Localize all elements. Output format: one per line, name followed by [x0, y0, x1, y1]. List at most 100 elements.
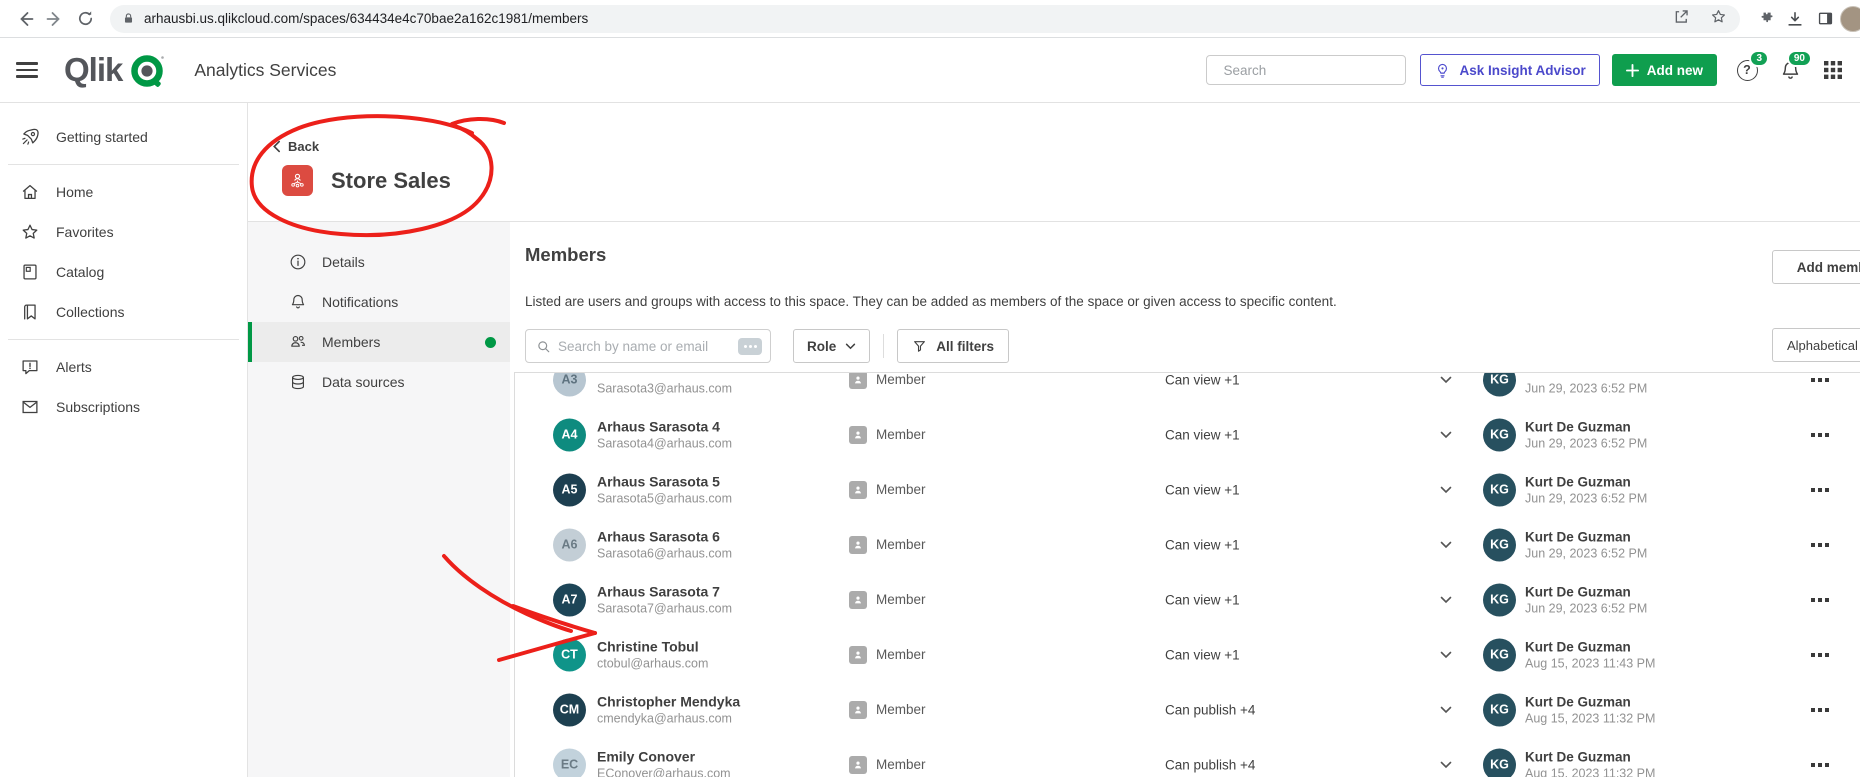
member-role: Member — [849, 700, 926, 719]
member-name: Christine Tobul — [597, 638, 699, 654]
search-options-chip[interactable] — [738, 337, 762, 355]
browser-reload-button[interactable] — [70, 4, 100, 34]
members-title: Members — [525, 244, 607, 265]
rocket-icon — [22, 128, 39, 145]
member-row[interactable]: A7 Arhaus Sarasota 7 Sarasota7@arhaus.co… — [515, 572, 1860, 627]
browser-profile-avatar[interactable] — [1840, 5, 1860, 32]
browser-forward-button[interactable] — [40, 4, 70, 34]
insight-advisor-icon — [1438, 63, 1448, 78]
space-nav-details[interactable]: Details — [248, 242, 510, 282]
add-member-button[interactable]: Add member — [1772, 250, 1860, 284]
space-nav-members[interactable]: Members — [248, 322, 510, 362]
sidebar-item-home[interactable]: Home — [0, 172, 247, 212]
member-permission: Can view +1 — [1165, 647, 1240, 662]
global-search-box[interactable] — [1206, 55, 1407, 85]
extensions-button[interactable] — [1750, 4, 1780, 34]
member-role-label: Member — [876, 372, 926, 387]
member-search-input[interactable] — [558, 338, 738, 354]
sidebar-item-favorites[interactable]: Favorites — [0, 212, 247, 252]
back-button[interactable]: Back — [272, 139, 319, 154]
downloads-button[interactable] — [1780, 4, 1810, 34]
updated-by-avatar: KG — [1483, 373, 1516, 396]
permission-dropdown-chevron[interactable] — [1440, 536, 1452, 554]
updated-date: Jun 29, 2023 6:52 PM — [1525, 381, 1648, 395]
all-filters-label: All filters — [936, 338, 995, 354]
permission-dropdown-chevron[interactable] — [1440, 756, 1452, 774]
chevron-down-icon — [846, 343, 856, 349]
member-row[interactable]: A6 Arhaus Sarasota 6 Sarasota6@arhaus.co… — [515, 517, 1860, 572]
member-role-label: Member — [876, 702, 926, 717]
row-more-menu-button[interactable] — [1809, 373, 1831, 388]
member-row[interactable]: CT Christine Tobul ctobul@arhaus.com Mem… — [515, 627, 1860, 682]
updated-by-avatar: KG — [1483, 418, 1516, 451]
sidebar-item-subscriptions[interactable]: Subscriptions — [0, 387, 247, 427]
row-more-menu-button[interactable] — [1809, 537, 1831, 553]
member-permission: Can publish +4 — [1165, 757, 1256, 772]
permission-dropdown-chevron[interactable] — [1440, 646, 1452, 664]
sidebar-item-collections[interactable]: Collections — [0, 292, 247, 332]
all-filters-button[interactable]: All filters — [897, 329, 1010, 363]
share-page-button[interactable] — [1672, 7, 1691, 31]
funnel-icon — [914, 340, 926, 352]
member-email: Sarasota4@arhaus.com — [597, 436, 732, 450]
row-more-menu-button[interactable] — [1809, 482, 1831, 498]
share-icon — [1675, 9, 1688, 23]
qlik-logo[interactable]: Qlik — [64, 50, 168, 90]
member-name: Emily Conover — [597, 748, 696, 764]
member-row[interactable]: EC Emily Conover EConover@arhaus.com Mem… — [515, 737, 1860, 777]
global-search-input[interactable] — [1223, 62, 1401, 78]
sidebar-divider — [8, 339, 239, 340]
role-filter-button[interactable]: Role — [793, 329, 871, 363]
updated-by-avatar: KG — [1483, 638, 1516, 671]
member-name: Arhaus Sarasota 6 — [597, 528, 720, 544]
sidebar-item-getting-started[interactable]: Getting started — [0, 117, 247, 157]
add-new-label: Add new — [1646, 62, 1703, 78]
permission-dropdown-chevron[interactable] — [1440, 591, 1452, 609]
row-more-menu-button[interactable] — [1809, 757, 1831, 773]
row-more-menu-button[interactable] — [1809, 647, 1831, 663]
app-top-nav: Qlik Analytics Services Ask Insight Advi… — [0, 38, 1860, 103]
bell-icon — [291, 294, 305, 309]
member-role-icon — [849, 373, 867, 389]
help-button[interactable]: ? 3 — [1734, 50, 1769, 83]
member-role: Member — [849, 425, 926, 444]
member-row[interactable]: CM Christopher Mendyka cmendyka@arhaus.c… — [515, 682, 1860, 737]
row-more-menu-button[interactable] — [1809, 702, 1831, 718]
row-more-menu-button[interactable] — [1809, 592, 1831, 608]
member-avatar: A7 — [553, 583, 586, 616]
product-title: Analytics Services — [194, 59, 337, 80]
permission-dropdown-chevron[interactable] — [1440, 373, 1452, 389]
member-row[interactable]: A5 Arhaus Sarasota 5 Sarasota5@arhaus.co… — [515, 462, 1860, 517]
permission-dropdown-chevron[interactable] — [1440, 481, 1452, 499]
qlik-logo-text: Qlik — [64, 51, 123, 88]
sidebar-label: Home — [56, 184, 94, 200]
sidebar-item-alerts[interactable]: Alerts — [0, 347, 247, 387]
app-launcher-button[interactable] — [1820, 57, 1846, 83]
sort-dropdown[interactable]: Alphabetical — [1772, 328, 1860, 362]
permission-dropdown-chevron[interactable] — [1440, 701, 1452, 719]
browser-back-button[interactable] — [10, 4, 40, 34]
member-permission: Can view +1 — [1165, 372, 1240, 387]
ask-insight-advisor-button[interactable]: Ask Insight Advisor — [1420, 54, 1600, 86]
member-row[interactable]: A3 Sarasota3@arhaus.com Member Can view … — [515, 372, 1860, 407]
member-search-box[interactable] — [525, 329, 771, 363]
main-menu-button[interactable] — [16, 62, 40, 78]
sidebar-item-catalog[interactable]: Catalog — [0, 252, 247, 292]
space-nav-data-sources[interactable]: Data sources — [248, 362, 510, 402]
bookmark-star-button[interactable] — [1709, 7, 1728, 31]
side-panel-button[interactable] — [1810, 4, 1840, 34]
updated-by-name: Kurt De Guzman — [1525, 474, 1631, 489]
notifications-button[interactable]: 90 — [1777, 50, 1812, 83]
member-avatar: A4 — [553, 418, 586, 451]
member-role-icon — [849, 645, 867, 664]
side-panel-icon — [1818, 12, 1832, 25]
add-new-button[interactable]: Add new — [1611, 54, 1717, 86]
chevron-down-icon — [1440, 596, 1452, 603]
permission-dropdown-chevron[interactable] — [1440, 426, 1452, 444]
updated-date: Jun 29, 2023 6:52 PM — [1525, 601, 1648, 615]
qlik-q-mark-icon — [131, 55, 165, 87]
address-bar[interactable]: arhausbi.us.qlikcloud.com/spaces/634434e… — [110, 4, 1740, 33]
row-more-menu-button[interactable] — [1809, 427, 1831, 443]
space-nav-notifications[interactable]: Notifications — [248, 282, 510, 322]
member-row[interactable]: A4 Arhaus Sarasota 4 Sarasota4@arhaus.co… — [515, 407, 1860, 462]
